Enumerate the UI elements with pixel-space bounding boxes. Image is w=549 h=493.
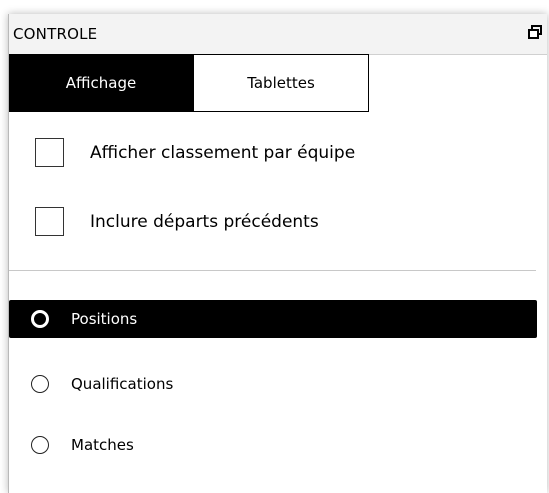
matches-radio[interactable]: [31, 436, 49, 454]
option-row-team-ranking[interactable]: Afficher classement par équipe: [35, 138, 355, 167]
panel-titlebar: CONTROLE: [9, 14, 547, 55]
positions-label: Positions: [71, 310, 138, 328]
tab-bar: Affichage Tablettes: [9, 54, 547, 112]
positions-radio[interactable]: [31, 310, 49, 328]
mode-matches[interactable]: Matches: [9, 426, 537, 464]
matches-label: Matches: [71, 436, 134, 454]
team-ranking-label: Afficher classement par équipe: [90, 142, 356, 163]
option-row-previous-starts[interactable]: Inclure départs précédents: [35, 207, 319, 236]
mode-positions[interactable]: Positions: [9, 300, 537, 338]
tab-affichage[interactable]: Affichage: [9, 54, 193, 112]
previous-starts-label: Inclure départs précédents: [90, 211, 319, 232]
previous-starts-checkbox[interactable]: [35, 207, 64, 236]
panel-title: CONTROLE: [13, 25, 98, 43]
section-divider: [9, 270, 536, 271]
tab-tablettes[interactable]: Tablettes: [193, 54, 369, 112]
qualifications-radio[interactable]: [31, 375, 49, 393]
qualifications-label: Qualifications: [71, 375, 174, 393]
mode-qualifications[interactable]: Qualifications: [9, 365, 537, 403]
controle-panel: CONTROLE Affichage Tablettes Afficher cl…: [8, 14, 547, 493]
restore-window-icon[interactable]: [527, 24, 543, 40]
team-ranking-checkbox[interactable]: [35, 138, 64, 167]
